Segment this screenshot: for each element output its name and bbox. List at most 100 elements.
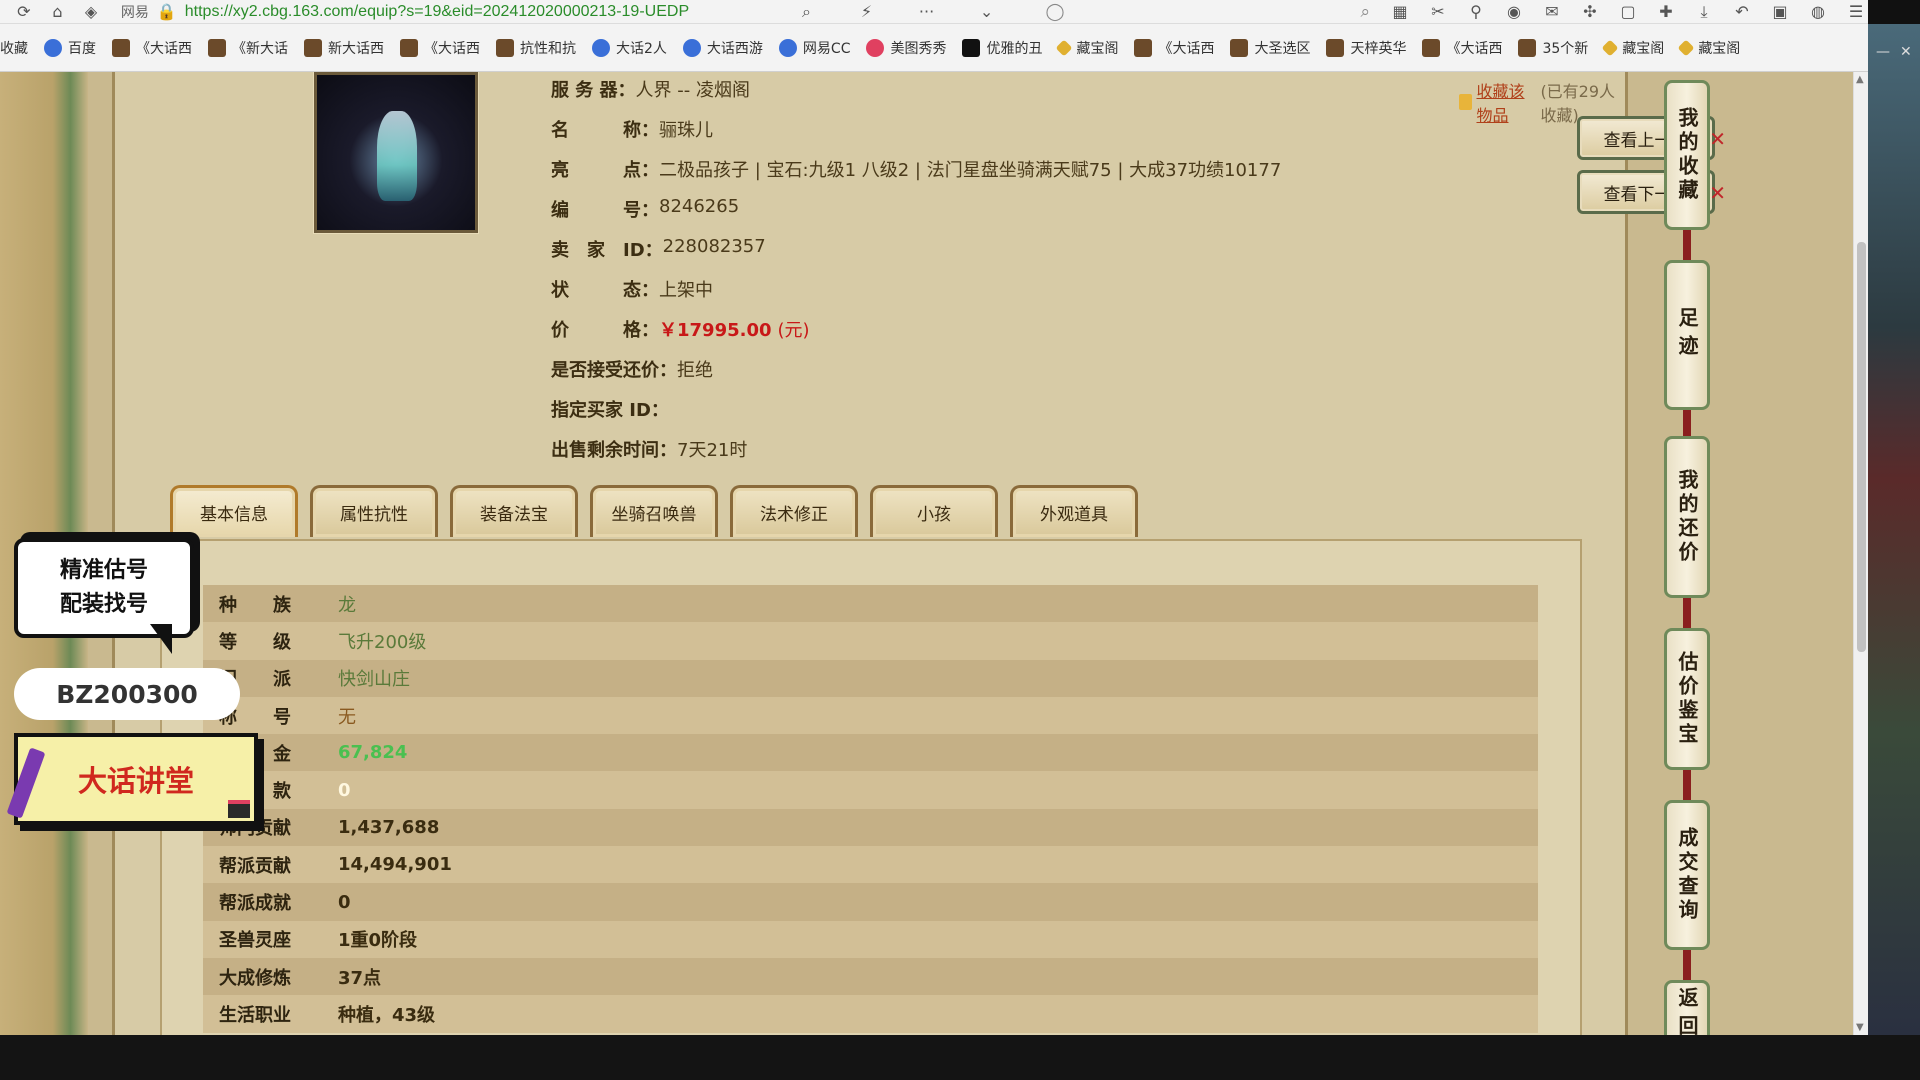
home-icon[interactable]: ⌂ xyxy=(48,1,68,23)
bookmark-item[interactable]: 天梓英华 xyxy=(1326,38,1406,58)
tab-4[interactable]: 法术修正 xyxy=(730,485,858,537)
row-value: 0 xyxy=(338,891,351,913)
wing-icon xyxy=(592,38,610,57)
page-content: 服 务 器： 人界 -- 凌烟阁 名 称： 骊珠儿 亮 点： 二极品孩子 | 宝… xyxy=(0,72,1853,1035)
highlights-row: 亮 点： 二极品孩子 | 宝石:九级1 八级2 | 法门星盘坐骑满天赋75 | … xyxy=(551,156,1281,182)
weibo-icon[interactable]: ◉ xyxy=(1502,1,1526,23)
menu-appraisal[interactable]: 估价鉴宝 xyxy=(1664,628,1710,770)
status-value: 上架中 xyxy=(659,280,713,301)
bookmark-label: 藏宝阁 xyxy=(1076,40,1119,57)
scrollbar-thumb[interactable] xyxy=(1857,242,1866,652)
mail-icon[interactable]: ✉ xyxy=(1540,1,1564,23)
close-icon[interactable]: ✕ xyxy=(1900,44,1912,60)
table-row: 现 金67,824 xyxy=(203,734,1538,772)
bookmark-item[interactable]: 《大话西 xyxy=(112,38,192,58)
tab-0[interactable]: 基本信息 xyxy=(170,485,298,537)
promo-class-name: 大话讲堂 xyxy=(77,764,194,798)
download-icon[interactable]: ⤓ xyxy=(1692,1,1716,23)
bolt-icon[interactable]: ⚡ xyxy=(856,1,878,23)
bookmark-item[interactable]: 35个新 xyxy=(1518,38,1588,58)
number-value: 8246265 xyxy=(659,196,740,217)
extension-icon[interactable]: ▦ xyxy=(1388,1,1412,23)
game-icon xyxy=(496,38,514,57)
bookmark-label: 抗性和抗 xyxy=(520,40,576,57)
menu-my-offers[interactable]: 我的还价 xyxy=(1664,436,1710,598)
bookmark-label: 《大话西 xyxy=(424,40,480,57)
tab-1[interactable]: 属性抗性 xyxy=(310,485,438,537)
bookmark-item[interactable]: 大圣选区 xyxy=(1230,38,1310,58)
bag-icon[interactable]: ▣ xyxy=(1768,1,1792,23)
bookmark-label: 新大话西 xyxy=(328,40,384,57)
table-row: 师门贡献 1,437,688 xyxy=(203,808,1538,847)
search-engine-icon: ◯ xyxy=(1045,1,1065,22)
row-value: 67,824 xyxy=(338,742,408,764)
bookmark-item[interactable]: 藏宝阁 xyxy=(1055,38,1119,58)
game-icon xyxy=(208,38,226,57)
video-bottom-bar xyxy=(0,1035,1920,1080)
remaining-label: 出售剩余时间： xyxy=(551,440,677,461)
remaining-value: 7天21时 xyxy=(677,440,748,461)
search-icon[interactable]: ⌕ xyxy=(1360,2,1370,22)
bookmark-item[interactable]: 《新大话 xyxy=(208,38,288,58)
game-icon xyxy=(1422,38,1441,57)
minimize-icon[interactable]: — xyxy=(1876,44,1890,60)
favorite-link-text[interactable]: 收藏该物品 xyxy=(1476,78,1536,126)
ai-icon[interactable]: ◈ xyxy=(81,1,101,23)
scissors-icon[interactable]: ✂ xyxy=(1426,1,1450,23)
bookmark-item[interactable]: 藏宝阁 xyxy=(1601,38,1664,58)
bookmark-item[interactable]: 《大话西 xyxy=(1422,38,1502,58)
reload-icon[interactable]: ⟳ xyxy=(14,1,34,23)
tab-3[interactable]: 坐骑召唤兽 xyxy=(590,485,718,537)
bookmark-item[interactable]: 《大话西 xyxy=(400,38,480,58)
status-label: 状 态： xyxy=(551,280,659,301)
window-icon[interactable]: ▢ xyxy=(1616,1,1640,23)
page-scrollbar[interactable]: ▲ ▼ xyxy=(1853,72,1868,1035)
network-icon[interactable]: ✣ xyxy=(1578,1,1602,23)
bookmark-item[interactable]: 美图秀秀 xyxy=(866,38,946,58)
scroll-down-icon[interactable]: ▼ xyxy=(1856,1022,1864,1033)
search-input[interactable]: ◯ ⌕ xyxy=(1038,1,1378,23)
tab-5[interactable]: 小孩 xyxy=(870,485,998,537)
detail-tabs: 基本信息 属性抗性 装备法宝 坐骑召唤兽 法术修正 小孩 外观道具 xyxy=(170,485,1138,537)
bookmark-label: 天梓英华 xyxy=(1350,40,1407,57)
bookmark-item[interactable]: 大话2人 xyxy=(592,38,667,58)
bookmark-item[interactable]: 网易CC xyxy=(778,38,850,58)
bookmark-item[interactable]: 藏宝阁 xyxy=(1677,38,1741,58)
row-value: 0 xyxy=(338,779,351,801)
menu-deal-query[interactable]: 成交查询 xyxy=(1664,800,1710,950)
promo-bubble: 精准估号 配装找号 xyxy=(14,538,194,638)
bookmark-item[interactable]: 新大话西 xyxy=(304,38,384,58)
scroll-up-icon[interactable]: ▲ xyxy=(1856,74,1864,85)
seller-row: 卖 家 ID： 228082357 xyxy=(551,236,766,262)
table-row: 大成修炼 37点 xyxy=(203,957,1538,996)
bookmark-item[interactable]: 百度 xyxy=(44,38,96,58)
game-icon xyxy=(1134,38,1153,57)
name-value: 骊珠儿 xyxy=(659,120,713,141)
counter-offer-label: 是否接受还价： xyxy=(551,360,677,381)
bookmark-item[interactable]: 收藏 xyxy=(0,38,28,58)
baidu-icon xyxy=(44,38,62,57)
menu-icon[interactable]: ☰ xyxy=(1844,1,1868,23)
find-icon[interactable]: ⚲ xyxy=(1464,1,1488,23)
menu-back[interactable]: 返回 xyxy=(1664,980,1710,1035)
price-unit: (元) xyxy=(777,320,810,341)
bookmark-item[interactable]: 《大话西 xyxy=(1134,38,1214,58)
url-text[interactable]: https://xy2.cbg.163.com/equip?s=19&eid=2… xyxy=(185,3,689,21)
table-row: 存 款0 xyxy=(203,771,1538,809)
menu-my-favorites[interactable]: 我的收藏 xyxy=(1664,80,1710,230)
undo-icon[interactable]: ↶ xyxy=(1730,1,1754,23)
zoom-icon[interactable]: ⌕ xyxy=(796,1,818,23)
tab-6[interactable]: 外观道具 xyxy=(1010,485,1138,537)
cbg-icon xyxy=(1677,39,1695,56)
profile-icon[interactable]: ◍ xyxy=(1806,1,1830,23)
address-bar[interactable]: 网易 🔒 https://xy2.cbg.163.com/equip?s=19&… xyxy=(121,1,772,23)
puzzle-icon[interactable]: ✚ xyxy=(1654,1,1678,23)
bookmark-item[interactable]: 优雅的丑 xyxy=(962,38,1042,58)
bookmark-item[interactable]: 抗性和抗 xyxy=(496,38,576,58)
bookmark-item[interactable]: 大话西游 xyxy=(682,38,763,58)
chevron-down-icon[interactable]: ⌄ xyxy=(976,1,998,23)
tab-2[interactable]: 装备法宝 xyxy=(450,485,578,537)
menu-history[interactable]: 足迹 xyxy=(1664,260,1710,410)
more-icon[interactable]: ··· xyxy=(916,1,938,23)
bookmark-label: 藏宝阁 xyxy=(1698,40,1741,57)
